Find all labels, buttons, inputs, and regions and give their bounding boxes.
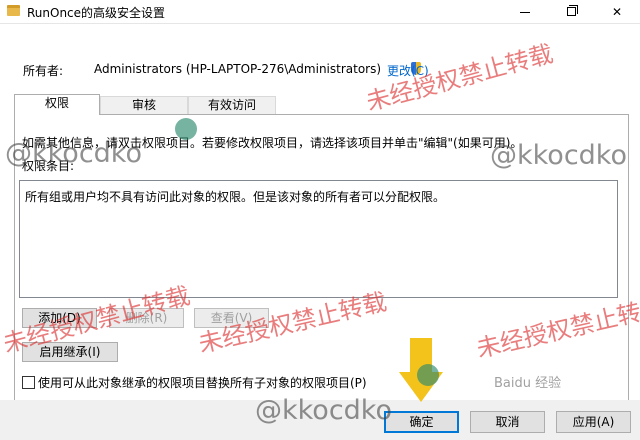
restore-icon bbox=[567, 7, 576, 16]
empty-permissions-message: 所有组或用户均不具有访问此对象的权限。但是该对象的所有者可以分配权限。 bbox=[25, 190, 446, 204]
permission-entries-label: 权限条目: bbox=[22, 159, 75, 173]
ok-button[interactable]: 确定 bbox=[384, 411, 459, 433]
tab-effective-access[interactable]: 有效访问 bbox=[188, 96, 276, 114]
tab-permissions[interactable]: 权限 bbox=[14, 94, 100, 115]
cancel-button[interactable]: 取消 bbox=[470, 411, 545, 433]
view-button[interactable]: 查看(V) bbox=[194, 308, 269, 328]
remove-button[interactable]: 删除(R) bbox=[109, 308, 184, 328]
enable-inheritance-button[interactable]: 启用继承(I) bbox=[22, 342, 118, 362]
owner-value: Administrators (HP-LAPTOP-276\Administra… bbox=[94, 62, 382, 76]
window-title: RunOnce的高级安全设置 bbox=[27, 6, 166, 20]
minimize-icon bbox=[520, 12, 530, 13]
add-button[interactable]: 添加(D) bbox=[22, 308, 97, 328]
title-bar: RunOnce的高级安全设置 ✕ bbox=[0, 0, 640, 24]
replace-child-permissions-checkbox[interactable] bbox=[22, 376, 35, 389]
replace-child-permissions-label[interactable]: 使用可从此对象继承的权限项目替换所有子对象的权限项目(P) bbox=[38, 374, 367, 391]
permission-entries-list[interactable]: 所有组或用户均不具有访问此对象的权限。但是该对象的所有者可以分配权限。 bbox=[19, 180, 618, 298]
maximize-button[interactable] bbox=[548, 0, 594, 24]
click-marker-dot bbox=[175, 118, 197, 140]
close-icon: ✕ bbox=[611, 5, 623, 19]
info-text: 如需其他信息，请双击权限项目。若要修改权限项目，请选择该项目并单击"编辑"(如果… bbox=[22, 136, 523, 150]
folder-icon bbox=[7, 5, 20, 16]
owner-label: 所有者: bbox=[23, 64, 64, 78]
apply-button[interactable]: 应用(A) bbox=[556, 411, 631, 433]
close-button[interactable]: ✕ bbox=[594, 0, 640, 24]
minimize-button[interactable] bbox=[502, 0, 548, 24]
tab-auditing[interactable]: 审核 bbox=[100, 96, 188, 114]
baidu-logo: Baidu 经验 bbox=[494, 376, 562, 391]
click-marker-dot bbox=[417, 364, 439, 386]
change-owner-link[interactable]: 更改(C) bbox=[387, 62, 429, 79]
